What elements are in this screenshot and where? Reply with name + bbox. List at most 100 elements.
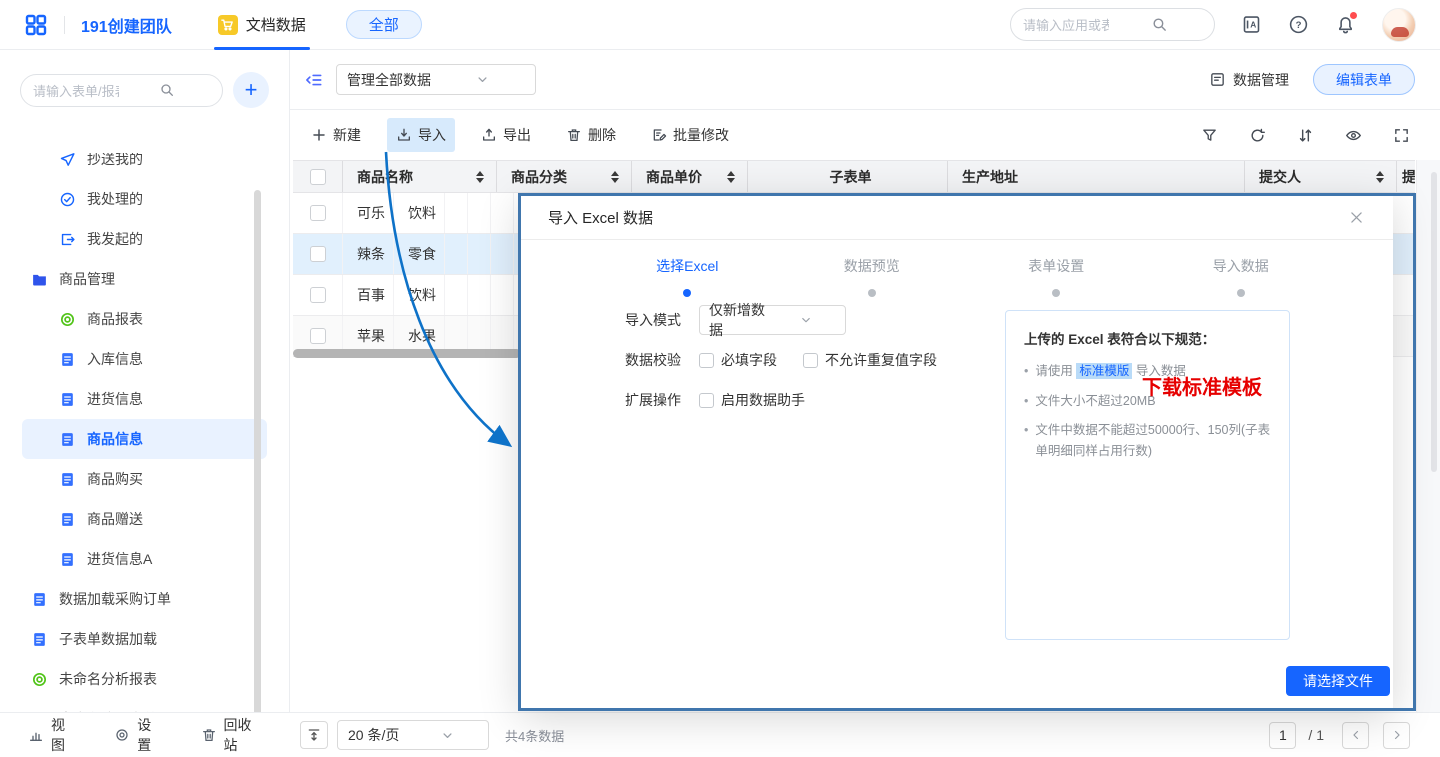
sidebar-item-icon	[59, 431, 76, 448]
table-cell: 辣条	[343, 234, 394, 274]
validate-checkbox[interactable]: 不允许重复值字段	[803, 350, 937, 370]
checkbox-label: 不允许重复值字段	[825, 350, 937, 370]
help-icon[interactable]	[1288, 14, 1309, 35]
data-assistant-checkbox[interactable]: 启用数据助手	[699, 390, 805, 410]
sidebar-footer-item[interactable]: 回收站	[201, 715, 263, 755]
sidebar-item-icon	[31, 671, 48, 688]
table-header-cell[interactable]: 提交人	[1245, 161, 1397, 192]
global-search-input[interactable]: 请输入应用或表单名称	[1010, 8, 1215, 41]
sidebar-item[interactable]: 进货信息	[22, 379, 267, 419]
tab-doc-data[interactable]: 文档数据	[218, 0, 306, 50]
wizard-step[interactable]: 选择Excel	[595, 256, 780, 297]
app-grid-logo-icon[interactable]	[24, 13, 48, 37]
contacts-icon[interactable]	[1241, 14, 1262, 35]
table-header-cell[interactable]: 生产地址	[948, 161, 1245, 192]
spec-line-limit: • 文件中数据不能超过50000行、150列(子表单明细同样占用行数)	[1024, 420, 1271, 461]
collapse-sidebar-icon[interactable]	[304, 70, 324, 90]
checkbox-icon	[699, 393, 714, 408]
select-all-checkbox[interactable]	[310, 169, 326, 185]
wizard-step[interactable]: 数据预览	[780, 256, 965, 297]
table-cell	[468, 234, 491, 274]
sort-icon[interactable]	[476, 171, 488, 183]
data-manage-button[interactable]: 数据管理	[1209, 70, 1289, 90]
table-header-cell[interactable]: 商品名称	[343, 161, 497, 192]
view-tool-icon[interactable]	[1345, 127, 1362, 144]
row-height-button[interactable]	[300, 721, 328, 749]
main-top-right: 数据管理 编辑表单	[1209, 64, 1415, 95]
row-checkbox[interactable]	[310, 205, 326, 221]
sidebar-item[interactable]: 商品赠送	[22, 499, 267, 539]
notification-bell-icon[interactable]	[1335, 14, 1356, 35]
toolbar-button-icon	[481, 127, 497, 143]
sidebar-item-icon	[59, 153, 76, 168]
sidebar-item-icon	[59, 231, 76, 248]
view-tool-icon[interactable]	[1249, 127, 1266, 144]
sidebar-item[interactable]: 我发起的	[22, 219, 267, 259]
sidebar-item[interactable]: 我处理的	[22, 179, 267, 219]
view-tool-icon[interactable]	[1201, 127, 1218, 144]
toolbar-button-icon	[566, 127, 582, 143]
sort-icon[interactable]	[727, 171, 739, 183]
toolbar-button-label: 新建	[333, 125, 361, 145]
sidebar-footer-item[interactable]: 设置	[114, 715, 162, 755]
form-search-input[interactable]: 请输入表单/报表名称	[20, 74, 223, 107]
toolbar-button-label: 删除	[588, 125, 616, 145]
team-name[interactable]: 191创建团队	[81, 13, 172, 37]
sidebar-footer-item[interactable]: 视图	[28, 715, 76, 755]
validate-checkbox[interactable]: 必填字段	[699, 350, 777, 370]
next-page-button[interactable]	[1383, 722, 1410, 749]
wizard-step[interactable]: 表单设置	[964, 256, 1149, 297]
add-form-button[interactable]: +	[233, 72, 269, 108]
close-icon[interactable]	[1348, 209, 1365, 226]
wizard-step[interactable]: 导入数据	[1149, 256, 1334, 297]
sort-icon[interactable]	[1376, 171, 1388, 183]
sidebar-scrollbar[interactable]	[254, 190, 261, 750]
standard-template-link[interactable]: 标准模版	[1076, 363, 1132, 379]
sidebar-footer-label: 视图	[51, 715, 76, 755]
table-header-cell[interactable]: 子表单	[748, 161, 948, 192]
horizontal-scrollbar[interactable]	[293, 349, 521, 358]
select-file-button[interactable]: 请选择文件	[1286, 666, 1390, 696]
sidebar-item[interactable]: 抄送我的	[22, 153, 267, 179]
toolbar-button[interactable]: 批量修改	[642, 118, 738, 152]
sidebar-item-label: 商品信息	[87, 429, 143, 449]
table-header-cell[interactable]: 提交时间	[1397, 161, 1415, 192]
toolbar-button-label: 导出	[503, 125, 531, 145]
view-tool-icon[interactable]	[1297, 127, 1314, 144]
row-checkbox[interactable]	[310, 246, 326, 262]
toolbar-button[interactable]: 导出	[472, 118, 540, 152]
row-checkbox[interactable]	[310, 328, 326, 344]
prev-page-button[interactable]	[1342, 722, 1369, 749]
sort-icon[interactable]	[611, 171, 623, 183]
sidebar-item[interactable]: 进货信息A	[22, 539, 267, 579]
table-right-gutter	[1416, 160, 1440, 712]
sidebar-item[interactable]: 商品报表	[22, 299, 267, 339]
sidebar-item[interactable]: 数据加载采购订单	[22, 579, 267, 619]
toolbar-button[interactable]: 导入	[387, 118, 455, 152]
sidebar-item[interactable]: 商品购买	[22, 459, 267, 499]
page-size-select[interactable]: 20 条/页	[337, 720, 489, 750]
bullet: •	[1024, 391, 1028, 412]
sidebar-item[interactable]: 商品信息	[22, 419, 267, 459]
user-avatar[interactable]	[1382, 8, 1416, 42]
edit-form-button[interactable]: 编辑表单	[1313, 64, 1415, 95]
scope-all-pill[interactable]: 全部	[346, 10, 422, 39]
table-header-cell[interactable]: 商品单价	[632, 161, 748, 192]
sidebar-item-icon	[59, 471, 76, 488]
sidebar-item[interactable]: 入库信息	[22, 339, 267, 379]
sidebar-item[interactable]: 未命名流程表单	[22, 699, 267, 712]
toolbar-button[interactable]: 新建	[302, 118, 370, 152]
sidebar-item[interactable]: 子表单数据加载	[22, 619, 267, 659]
extend-op-label: 扩展操作	[625, 390, 699, 410]
sidebar-item[interactable]: 未命名分析报表	[22, 659, 267, 699]
view-tool-icon[interactable]	[1393, 127, 1410, 144]
data-view-select[interactable]: 管理全部数据	[336, 64, 536, 95]
table-header-cell[interactable]: 商品分类	[497, 161, 632, 192]
sidebar-item[interactable]: 商品管理	[22, 259, 267, 299]
table-cell	[491, 193, 514, 233]
import-mode-select[interactable]: 仅新增数据	[699, 305, 846, 335]
row-checkbox[interactable]	[310, 287, 326, 303]
toolbar-button[interactable]: 删除	[557, 118, 625, 152]
toolbar-button-label: 导入	[418, 125, 446, 145]
current-page-box[interactable]: 1	[1269, 722, 1296, 749]
